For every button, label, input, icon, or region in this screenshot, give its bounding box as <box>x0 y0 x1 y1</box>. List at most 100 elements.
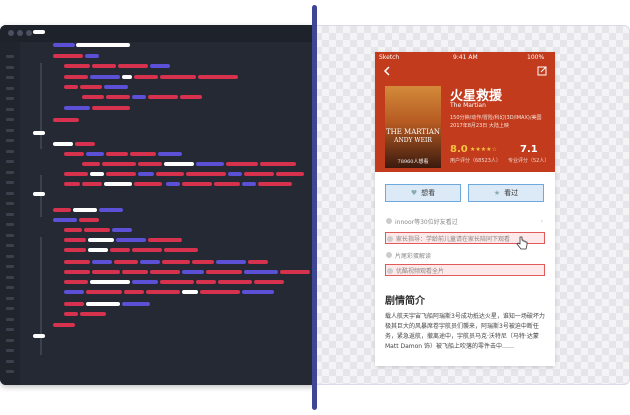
want-to-watch-button[interactable]: ♥ 想看 <box>385 184 461 202</box>
code-token <box>254 280 284 284</box>
code-token <box>132 248 162 252</box>
code-token <box>198 75 238 79</box>
code-token <box>86 302 120 306</box>
movie-info-line: 2017年8月23日 大陆上映 <box>450 123 509 129</box>
code-token <box>200 290 240 294</box>
code-token <box>258 182 292 186</box>
code-token <box>64 85 78 89</box>
code-token <box>124 290 144 294</box>
back-icon[interactable] <box>383 66 391 76</box>
code-token <box>92 106 130 110</box>
code-token <box>244 270 278 274</box>
code-token <box>160 280 194 284</box>
code-token <box>206 270 242 274</box>
code-token <box>122 302 150 306</box>
code-token <box>53 142 73 146</box>
user-score: 8.0 <box>450 144 468 155</box>
code-token <box>88 248 108 252</box>
code-token <box>196 162 224 166</box>
watch-online-row[interactable]: 优酷视频观看全片 <box>385 264 545 276</box>
share-icon[interactable] <box>537 66 547 76</box>
code-token <box>280 270 310 274</box>
code-token <box>64 312 78 316</box>
watched-button[interactable]: ★ 看过 <box>468 184 544 202</box>
code-token <box>64 106 90 110</box>
code-token <box>112 228 132 232</box>
code-token <box>73 208 97 212</box>
code-token <box>132 95 146 99</box>
code-token <box>182 270 204 274</box>
row-label: 优酷视频观看全片 <box>396 267 445 275</box>
info-icon <box>387 236 393 242</box>
code-token <box>53 323 75 327</box>
code-token <box>82 95 104 99</box>
pro-score: 7.1 <box>520 144 538 155</box>
code-token <box>92 64 116 68</box>
code-token <box>156 172 184 176</box>
code-token <box>64 248 86 252</box>
code-token <box>186 172 226 176</box>
code-token <box>242 290 274 294</box>
code-token <box>64 280 88 284</box>
code-token <box>33 334 45 338</box>
split-divider-handle[interactable] <box>312 5 317 410</box>
code-token <box>104 85 128 89</box>
friends-icon <box>386 218 392 224</box>
code-token <box>64 238 86 242</box>
row-label: 家长指导：学龄前儿童请在家长陪同下观看 <box>396 235 511 243</box>
code-token <box>114 260 138 264</box>
star-rating-icon: ★★★★☆ <box>470 146 497 153</box>
code-token <box>244 172 274 176</box>
code-token <box>146 290 180 294</box>
code-token <box>182 182 212 186</box>
code-token <box>106 172 136 176</box>
code-token <box>276 172 304 176</box>
status-battery: 100% <box>527 54 545 61</box>
movie-info: 150分钟/动作/冒险/科幻(3D/IMAX)/美国 2017年8月23日 大陆… <box>450 114 542 130</box>
code-token <box>90 172 104 176</box>
code-token <box>218 280 252 284</box>
code-token <box>248 260 268 264</box>
code-token <box>138 162 162 166</box>
code-token <box>162 260 190 264</box>
code-token <box>138 172 154 176</box>
movie-header: Sketch 9:41 AM 100% THE MARTIAN ANDY WEI… <box>375 52 555 172</box>
easter-egg-row[interactable]: 片尾彩蛋解读 <box>385 249 545 261</box>
movie-poster[interactable]: THE MARTIAN ANDY WEIR 78960人想看 <box>385 86 441 168</box>
poster-author: ANDY WEIR <box>394 137 432 144</box>
code-token <box>33 30 45 34</box>
code-token <box>75 142 95 146</box>
code-token <box>85 54 99 58</box>
code-token <box>196 280 216 284</box>
code-token <box>180 95 202 99</box>
code-token <box>64 302 84 306</box>
movie-english-title: The Martian <box>450 102 486 109</box>
code-token <box>116 238 146 242</box>
friends-watched-row[interactable]: innoor等30位好友看过 › <box>385 215 545 227</box>
poster-title: THE MARTIAN <box>385 128 441 136</box>
code-token <box>134 182 162 186</box>
code-token <box>86 290 122 294</box>
user-score-label: 用户评分（68523人） <box>450 158 501 164</box>
code-area[interactable] <box>0 25 315 385</box>
poster-caption: 78960人想看 <box>397 159 429 165</box>
code-token <box>92 260 112 264</box>
egg-icon <box>386 252 392 258</box>
pro-score-label: 专业评分（52人） <box>508 158 550 164</box>
code-token <box>166 182 180 186</box>
code-token <box>104 182 132 186</box>
code-token <box>53 218 77 222</box>
code-token <box>216 260 246 264</box>
code-token <box>84 228 110 232</box>
row-label: 片尾彩蛋解读 <box>395 252 432 260</box>
code-token <box>160 75 196 79</box>
code-token <box>118 64 148 68</box>
code-token <box>92 270 120 274</box>
code-token <box>164 248 198 252</box>
code-token <box>192 260 214 264</box>
play-icon <box>387 268 393 274</box>
code-token <box>53 118 79 122</box>
code-token <box>158 152 182 156</box>
code-token <box>64 64 90 68</box>
code-token <box>53 208 71 212</box>
